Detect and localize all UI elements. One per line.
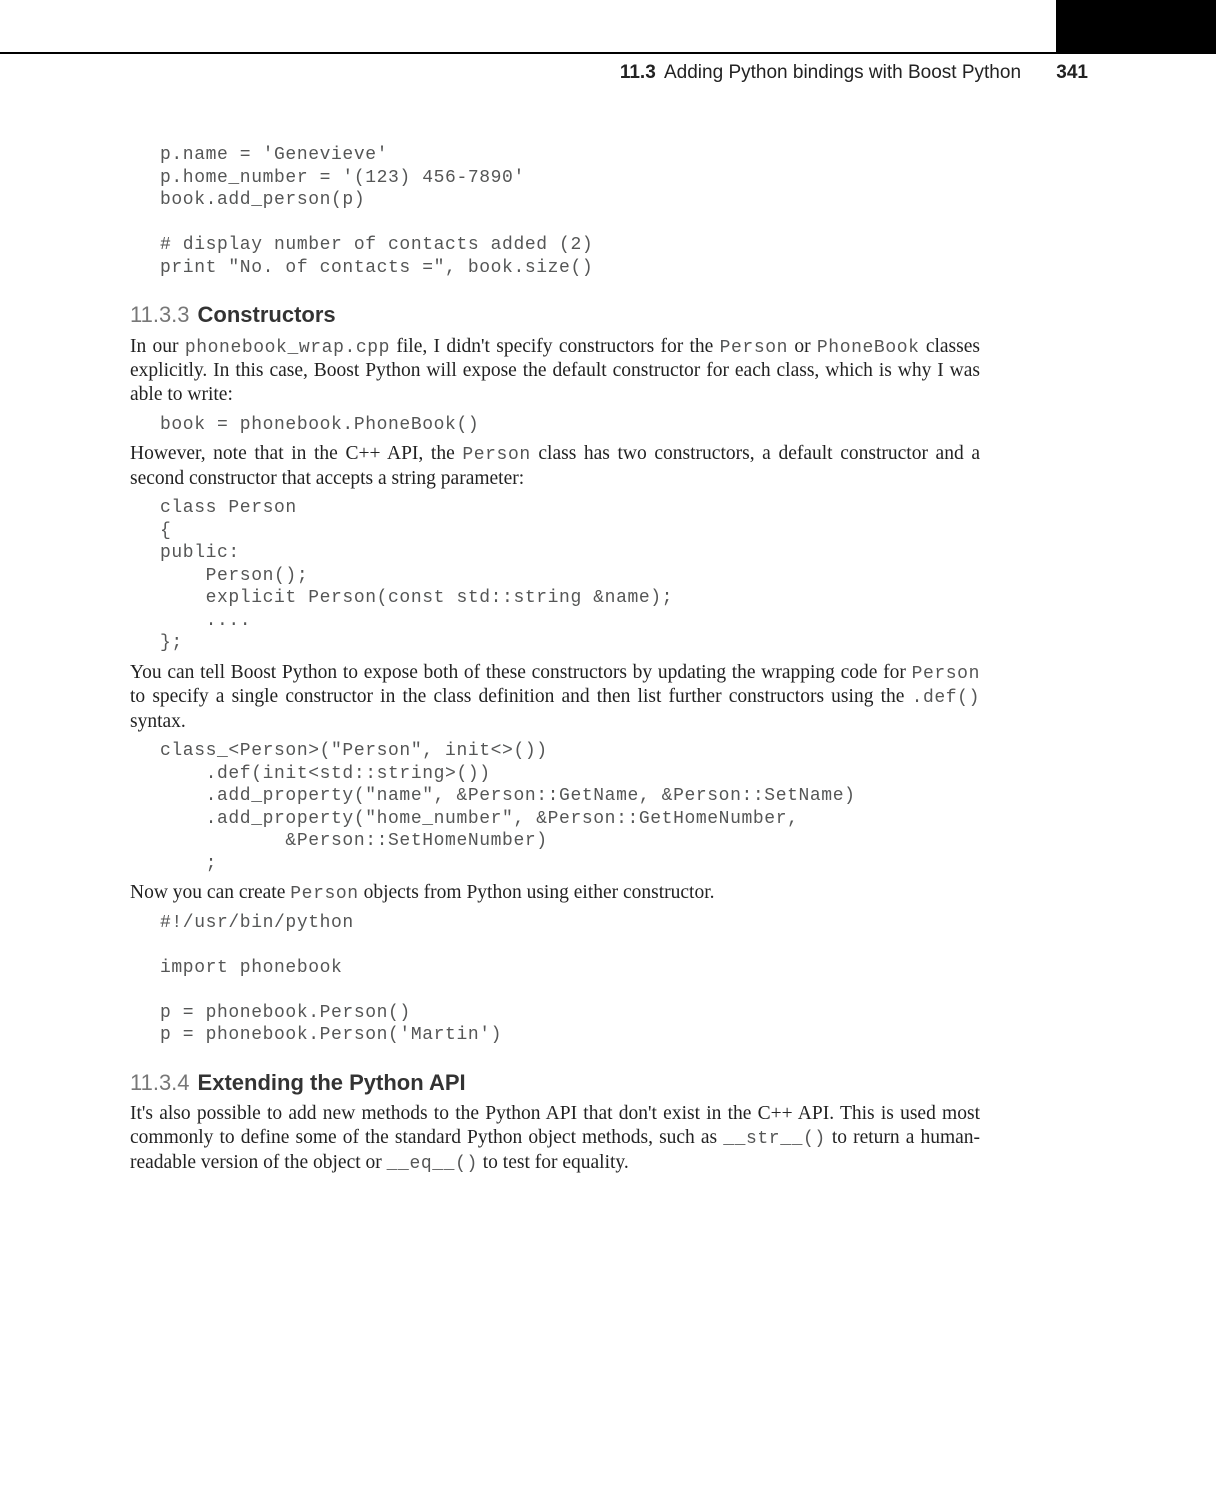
inline-code: Person xyxy=(720,338,788,358)
text-run: In our xyxy=(130,336,185,357)
corner-tab xyxy=(1056,0,1216,52)
inline-code: phonebook_wrap.cpp xyxy=(185,338,390,358)
section-number: 11.3.4 xyxy=(130,1070,190,1095)
inline-code: Person xyxy=(290,884,358,904)
inline-code: __eq__() xyxy=(387,1154,478,1174)
text-run: to test for equality. xyxy=(478,1152,629,1173)
text-run: to specify a single constructor in the c… xyxy=(130,686,912,707)
code-block: class Person { public: Person(); explici… xyxy=(160,497,980,655)
code-block-intro: p.name = 'Genevieve' p.home_number = '(1… xyxy=(160,144,980,279)
paragraph: However, note that in the C++ API, the P… xyxy=(130,442,980,491)
page: 11.3 Adding Python bindings with Boost P… xyxy=(0,0,1216,1500)
code-block: class_<Person>("Person", init<>()) .def(… xyxy=(160,740,980,875)
section-heading-constructors: 11.3.3 Constructors xyxy=(130,301,980,329)
code-block: #!/usr/bin/python import phonebook p = p… xyxy=(160,912,980,1047)
page-content: p.name = 'Genevieve' p.home_number = '(1… xyxy=(130,140,980,1181)
text-run: However, note that in the C++ API, the xyxy=(130,443,462,464)
paragraph: It's also possible to add new methods to… xyxy=(130,1102,980,1175)
section-number: 11.3.3 xyxy=(130,302,190,327)
text-run: Now you can create xyxy=(130,882,290,903)
text-run: or xyxy=(788,336,817,357)
header-section-number: 11.3 xyxy=(620,62,656,83)
inline-code: Person xyxy=(912,664,980,684)
section-title: Extending the Python API xyxy=(198,1070,466,1095)
running-header: 11.3 Adding Python bindings with Boost P… xyxy=(620,62,1088,84)
header-section-title: Adding Python bindings with Boost Python xyxy=(664,62,1021,83)
text-run: syntax. xyxy=(130,711,186,732)
paragraph: You can tell Boost Python to expose both… xyxy=(130,661,980,734)
text-run: file, I didn't specify constructors for … xyxy=(390,336,720,357)
paragraph: In our phonebook_wrap.cpp file, I didn't… xyxy=(130,335,980,408)
paragraph: Now you can create Person objects from P… xyxy=(130,881,980,906)
header-page-number: 341 xyxy=(1056,62,1088,83)
header-rule xyxy=(0,52,1216,54)
code-block: book = phonebook.PhoneBook() xyxy=(160,414,980,437)
inline-code: .def() xyxy=(912,688,980,708)
inline-code: __str__() xyxy=(723,1129,826,1149)
inline-code: Person xyxy=(462,445,530,465)
inline-code: PhoneBook xyxy=(817,338,920,358)
section-heading-extending: 11.3.4 Extending the Python API xyxy=(130,1069,980,1097)
text-run: objects from Python using either constru… xyxy=(359,882,715,903)
section-title: Constructors xyxy=(198,302,336,327)
text-run: You can tell Boost Python to expose both… xyxy=(130,662,912,683)
